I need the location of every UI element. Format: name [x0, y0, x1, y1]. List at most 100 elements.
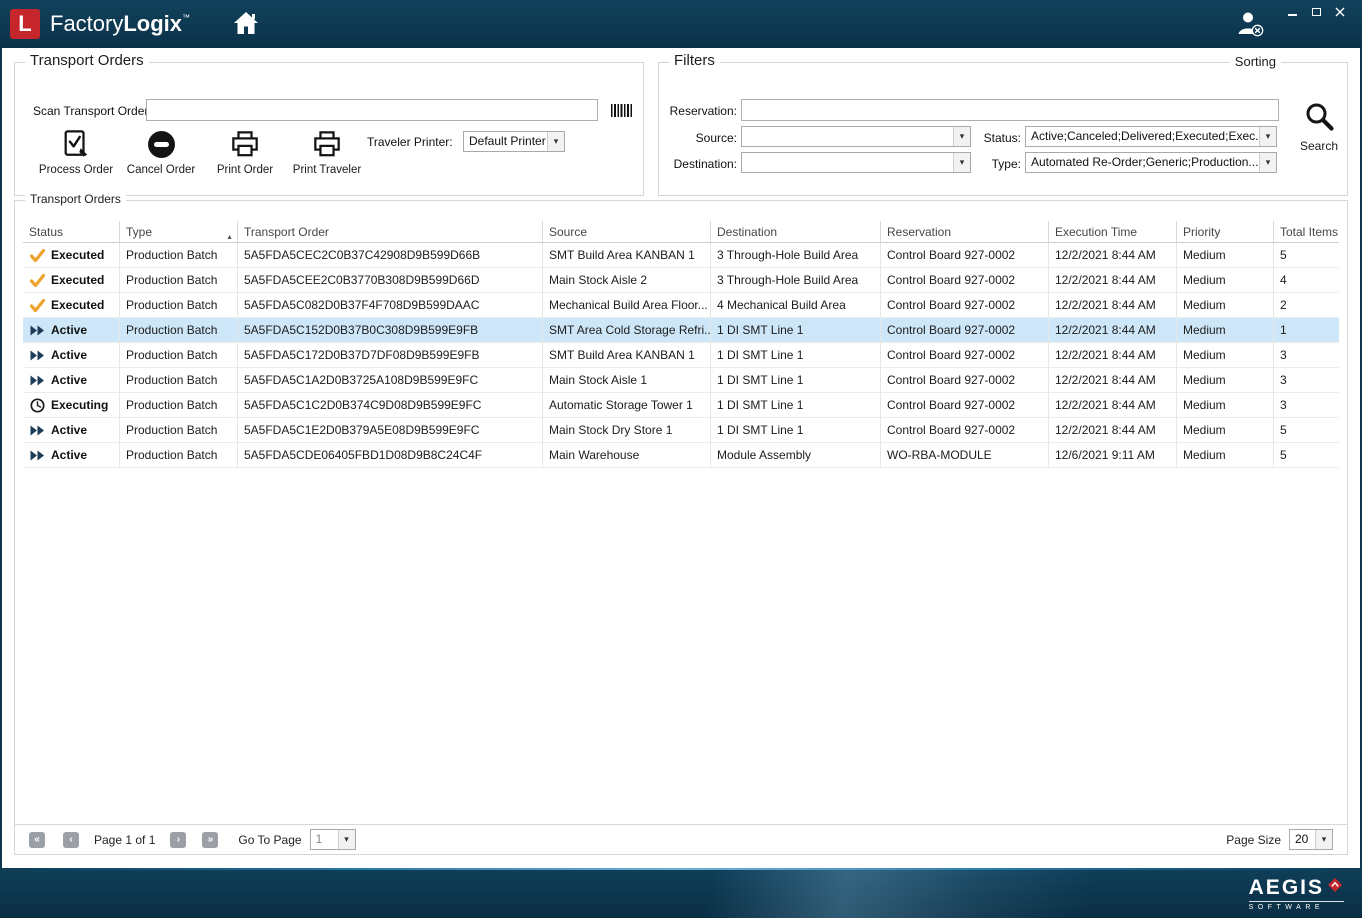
type-cell: Production Batch [120, 393, 238, 417]
priority-cell: Medium [1177, 318, 1274, 342]
destination-select[interactable] [741, 152, 971, 173]
check-icon [29, 299, 45, 312]
reservation-cell: Control Board 927-0002 [881, 318, 1049, 342]
destination-cell: 3 Through-Hole Build Area [711, 268, 881, 292]
priority-cell: Medium [1177, 418, 1274, 442]
column-header-destination[interactable]: Destination [711, 221, 881, 243]
reservation-input[interactable] [741, 99, 1279, 121]
next-page-button[interactable] [170, 832, 186, 848]
column-header-source[interactable]: Source [543, 221, 711, 243]
transport-order-cell: 5A5FDA5C1E2D0B379A5E08D9B599E9FC [238, 418, 543, 442]
status-text: Active [51, 348, 87, 362]
column-header-status[interactable]: Status [23, 221, 120, 243]
status-cell: Executed [23, 268, 120, 292]
destination-cell: 4 Mechanical Build Area [711, 293, 881, 317]
traveler-printer-value: Default Printer [464, 132, 547, 151]
destination-cell: 1 DI SMT Line 1 [711, 418, 881, 442]
pagination-bar: Page 1 of 1 Go To Page 1 Page Size 20 [15, 824, 1347, 854]
priority-cell: Medium [1177, 243, 1274, 267]
total-items-cell: 2 [1274, 293, 1339, 317]
transport-order-cell: 5A5FDA5C1C2D0B374C9D08D9B599E9FC [238, 393, 543, 417]
minimize-button[interactable] [1286, 6, 1298, 18]
destination-cell: Module Assembly [711, 443, 881, 467]
cancel-order-icon [148, 129, 175, 159]
status-cell: Executed [23, 293, 120, 317]
transport-orders-table: Status Type Transport Order Source Desti… [23, 221, 1339, 468]
table-row[interactable]: Active Production Batch 5A5FDA5C172D0B37… [23, 343, 1339, 368]
column-header-total-items[interactable]: Total Items [1274, 221, 1339, 243]
status-text: Executed [51, 273, 104, 287]
user-disconnect-button[interactable] [1236, 11, 1266, 38]
table-row[interactable]: Active Production Batch 5A5FDA5C1E2D0B37… [23, 418, 1339, 443]
print-traveler-label: Print Traveler [293, 164, 361, 176]
first-page-button[interactable] [29, 832, 45, 848]
execution-time-cell: 12/6/2021 9:11 AM [1049, 443, 1177, 467]
search-button[interactable]: Search [1293, 100, 1345, 153]
transport-order-cell: 5A5FDA5C152D0B37B0C308D9B599E9FB [238, 318, 543, 342]
traveler-printer-select[interactable]: Default Printer [463, 131, 565, 152]
table-header: Status Type Transport Order Source Desti… [23, 221, 1339, 243]
last-page-button[interactable] [202, 832, 218, 848]
home-button[interactable] [233, 11, 261, 37]
table-row[interactable]: Executed Production Batch 5A5FDA5CEC2C0B… [23, 243, 1339, 268]
search-icon [1303, 100, 1335, 135]
status-cell: Active [23, 443, 120, 467]
cancel-order-button[interactable]: Cancel Order [121, 129, 201, 176]
fast-forward-icon [29, 325, 45, 336]
source-value [742, 127, 953, 146]
source-cell: Automatic Storage Tower 1 [543, 393, 711, 417]
print-order-button[interactable]: Print Order [213, 129, 277, 176]
status-cell: Executing [23, 393, 120, 417]
column-header-transport-order[interactable]: Transport Order [238, 221, 543, 243]
process-order-button[interactable]: Process Order [33, 129, 119, 176]
total-items-cell: 1 [1274, 318, 1339, 342]
source-select[interactable] [741, 126, 971, 147]
check-icon [29, 249, 45, 262]
execution-time-cell: 12/2/2021 8:44 AM [1049, 393, 1177, 417]
table-row[interactable]: Active Production Batch 5A5FDA5C1A2D0B37… [23, 368, 1339, 393]
filters-panel: Filters Sorting Reservation: Source: Des… [658, 62, 1348, 196]
status-cell: Active [23, 368, 120, 392]
table-row[interactable]: Executed Production Batch 5A5FDA5CEE2C0B… [23, 268, 1339, 293]
table-row[interactable]: Active Production Batch 5A5FDA5CDE06405F… [23, 443, 1339, 468]
scan-transport-order-input[interactable] [146, 99, 598, 121]
column-header-reservation[interactable]: Reservation [881, 221, 1049, 243]
table-row[interactable]: Executed Production Batch 5A5FDA5C082D0B… [23, 293, 1339, 318]
print-traveler-button[interactable]: Print Traveler [287, 129, 367, 176]
type-cell: Production Batch [120, 268, 238, 292]
barcode-icon [611, 104, 632, 117]
table-group-title: Transport Orders [25, 192, 126, 206]
trademark-symbol: ™ [182, 13, 190, 22]
close-button[interactable] [1334, 6, 1346, 18]
app-title: FactoryLogix™ [50, 0, 190, 48]
execution-time-cell: 12/2/2021 8:44 AM [1049, 343, 1177, 367]
status-select[interactable]: Active;Canceled;Delivered;Executed;Exec.… [1025, 126, 1277, 147]
total-items-cell: 5 [1274, 243, 1339, 267]
previous-page-button[interactable] [63, 832, 79, 848]
main-content: Transport Orders Scan Transport Order: P… [2, 48, 1360, 868]
chevron-down-icon [1259, 127, 1276, 146]
maximize-button[interactable] [1310, 6, 1322, 18]
check-icon [29, 274, 45, 287]
type-cell: Production Batch [120, 443, 238, 467]
status-cell: Active [23, 318, 120, 342]
total-items-cell: 3 [1274, 368, 1339, 392]
sorting-section-label[interactable]: Sorting [1230, 54, 1281, 69]
cancel-order-label: Cancel Order [127, 164, 195, 176]
column-header-priority[interactable]: Priority [1177, 221, 1274, 243]
go-to-page-input[interactable]: 1 [310, 829, 356, 850]
page-size-label: Page Size [1226, 833, 1281, 847]
source-cell: Main Warehouse [543, 443, 711, 467]
source-cell: Main Stock Dry Store 1 [543, 418, 711, 442]
destination-value [742, 153, 953, 172]
column-header-type[interactable]: Type [120, 221, 238, 243]
footer: AEGIS SOFTWARE [0, 868, 1362, 918]
column-header-execution-time[interactable]: Execution Time [1049, 221, 1177, 243]
table-row[interactable]: Active Production Batch 5A5FDA5C152D0B37… [23, 318, 1339, 343]
priority-cell: Medium [1177, 368, 1274, 392]
type-select[interactable]: Automated Re-Order;Generic;Production... [1025, 152, 1277, 173]
table-row[interactable]: Executing Production Batch 5A5FDA5C1C2D0… [23, 393, 1339, 418]
clock-icon [29, 398, 45, 413]
page-size-select[interactable]: 20 [1289, 829, 1333, 850]
type-cell: Production Batch [120, 318, 238, 342]
